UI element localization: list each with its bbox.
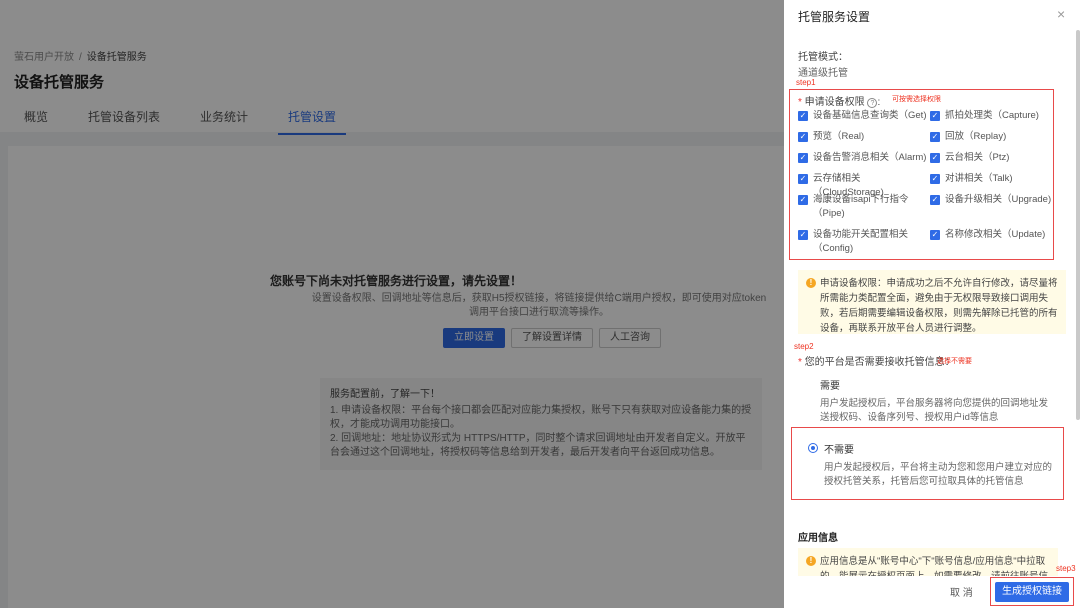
perm-label: * 申请设备权限 ?: [798,97,881,108]
perm-checkbox-replay[interactable]: ✓ 回放（Replay) [930,130,1065,144]
required-mark: * [798,357,805,368]
close-icon[interactable]: × [1057,6,1065,22]
radio-need-description: 用户发起授权后，平台服务器将向您提供的回调地址发送授权码、设备序列号、授权用户i… [820,398,1049,423]
drawer-scrollbar[interactable] [1076,30,1080,420]
help-icon[interactable]: ? [867,98,878,108]
check-icon: ✓ [798,132,808,142]
perm-checkbox-label: 回放（Replay) [945,131,1007,142]
warning-icon: ! [806,278,816,288]
check-icon: ✓ [798,174,808,184]
drawer-title: 托管服务设置 [798,10,871,24]
check-icon: ✓ [930,195,940,205]
app-info-warning-text: 应用信息是从"账号中心"下"账号信息/应用信息"中拉取的，能展示在授权页面上，如… [820,556,1048,576]
platform-annotation: 选择不需要 [937,358,972,365]
mode-value: 通道级托管 [798,68,848,79]
app-info-warning: ! 应用信息是从"账号中心"下"账号信息/应用信息"中拉取的，能展示在授权页面上… [798,548,1058,576]
perm-checkbox-talk[interactable]: ✓ 对讲相关（Talk) [930,172,1065,186]
check-icon: ✓ [930,132,940,142]
platform-label-text: 您的平台是否需要接收托管信息： [804,357,955,368]
perm-checkbox-label: 对讲相关（Talk) [945,173,1013,184]
perm-checkbox-get[interactable]: ✓ 设备基础信息查询类（Get) [798,109,928,123]
check-icon: ✓ [798,153,808,163]
perm-checkbox-pipe[interactable]: ✓ 海康设备isapi下行指令（Pipe) [798,193,916,221]
perm-checkbox-capture[interactable]: ✓ 抓拍处理类（Capture) [930,109,1065,123]
permission-warning-text: 申请设备权限：申请成功之后不允许自行修改，请尽量将所需能力类配置全面，避免由于无… [820,278,1058,334]
check-icon: ✓ [798,195,808,205]
perm-checkbox-config[interactable]: ✓ 设备功能开关配置相关（Config) [798,228,916,256]
step2-annotation: step2 [794,342,814,351]
step3-annotation: step3 [1056,564,1076,573]
perm-checkbox-label: 海康设备isapi下行指令（Pipe) [813,194,909,219]
app-info-label: 应用信息 [798,533,838,544]
perm-checkbox-label: 名称修改相关（Update) [945,229,1046,240]
perm-checkbox-label: 设备升级相关（Upgrade) [945,194,1052,205]
platform-label: * 您的平台是否需要接收托管信息： [798,353,955,368]
radio-need-title: 需要 [820,381,840,392]
mode-label: 托管模式： [798,52,848,63]
check-icon: ✓ [930,153,940,163]
perm-checkbox-ptz[interactable]: ✓ 云台相关（Ptz) [930,151,1065,165]
perm-checkbox-alarm[interactable]: ✓ 设备告警消息相关（Alarm) [798,151,928,165]
step1-annotation: step1 [796,78,816,87]
perm-checkbox-label: 抓拍处理类（Capture) [945,110,1039,121]
perm-annotation: 可按需选择权限 [892,96,941,103]
perm-checkbox-update[interactable]: ✓ 名称修改相关（Update) [930,228,1065,242]
check-icon: ✓ [930,174,940,184]
perm-checkbox-label: 预览（Real) [813,131,865,142]
radio-selected-icon [808,443,818,453]
permission-warning: ! 申请设备权限：申请成功之后不允许自行修改，请尽量将所需能力类配置全面，避免由… [798,270,1066,334]
perm-checkbox-label: 设备基础信息查询类（Get) [813,110,927,121]
warning-icon: ! [806,556,816,566]
radio-no-need-title: 不需要 [824,445,854,456]
cancel-button[interactable]: 取 消 [950,584,973,599]
check-icon: ✓ [798,230,808,240]
perm-checkbox-upgrade[interactable]: ✓ 设备升级相关（Upgrade) [930,193,1065,207]
check-icon: ✓ [930,230,940,240]
radio-option-need[interactable]: 需要 用户发起授权后，平台服务器将向您提供的回调地址发送授权码、设备序列号、授权… [800,377,1058,425]
check-icon: ✓ [798,111,808,121]
generate-link-button[interactable]: 生成授权链接 [995,582,1069,602]
radio-no-need-description: 用户发起授权后，平台将主动为您和您用户建立对应的授权托管关系，托管后您可拉取具体… [824,462,1053,487]
required-mark: * [798,97,805,108]
radio-option-no-need[interactable]: 不需要 用户发起授权后，平台将主动为您和您用户建立对应的授权托管关系，托管后您可… [804,441,1062,489]
perm-checkbox-label: 云台相关（Ptz) [945,152,1010,163]
perm-checkbox-real[interactable]: ✓ 预览（Real) [798,130,928,144]
perm-checkbox-label: 设备告警消息相关（Alarm) [813,152,927,163]
perm-label-text: 申请设备权限 [804,97,865,108]
perm-checkbox-label: 设备功能开关配置相关（Config) [813,229,909,254]
check-icon: ✓ [930,111,940,121]
modal-overlay[interactable] [0,0,784,608]
